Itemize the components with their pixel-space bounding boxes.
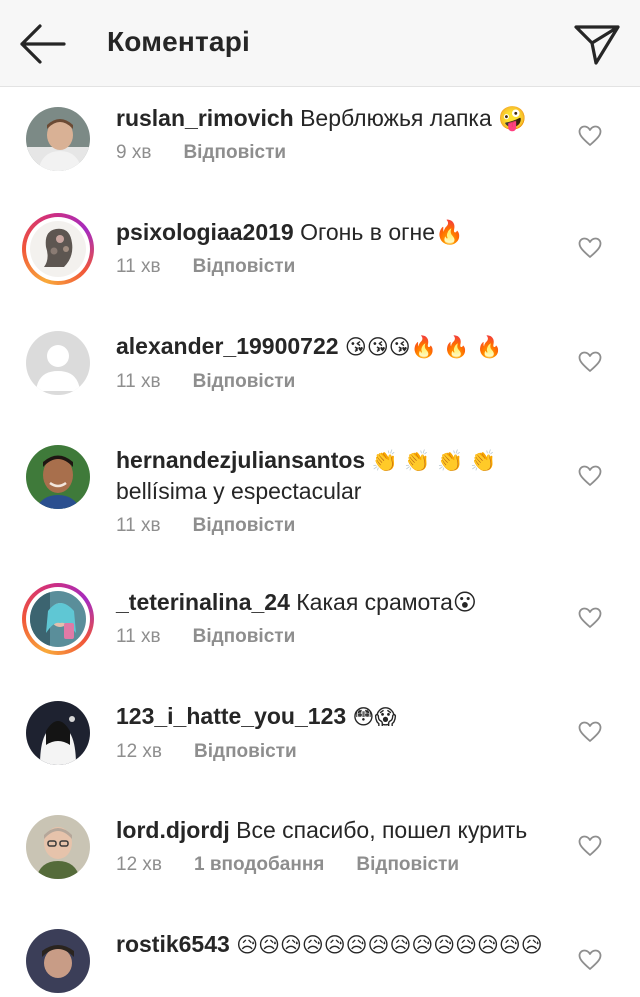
comment-username[interactable]: rostik6543 [116,931,230,957]
avatar[interactable] [22,583,94,655]
comment-time: 9 хв [116,142,152,163]
user-photo [26,107,90,171]
heart-outline-icon[interactable] [578,351,602,373]
comment-time: 11 хв [116,515,161,536]
top-bar: Коментарі [0,0,640,87]
comment-text: Какая срамота😮 [296,589,477,615]
reply-button[interactable]: Відповісти [193,256,296,277]
comment-text: 😘😘😘🔥 🔥 🔥 [344,335,503,359]
comment-text-line2: bellísima y espectacular [116,478,362,504]
reply-button[interactable]: Відповісти [193,371,296,392]
avatar[interactable] [22,213,94,285]
heart-outline-icon[interactable] [578,465,602,487]
comment-username[interactable]: hernandezjuliansantos [116,447,365,473]
comment-username[interactable]: alexander_19900722 [116,333,339,359]
comment-time: 11 хв [116,371,161,392]
reply-button[interactable]: Відповісти [183,142,286,163]
reply-button[interactable]: Відповісти [193,515,296,536]
avatar[interactable] [22,925,94,997]
comment-username[interactable]: ruslan_rimovich [116,105,294,131]
comment-text: 👏 👏 👏 👏 [371,449,497,473]
comment-text: 😥😥😥😥😥😥😥😥😥😥😥😥😥😥 [236,933,543,957]
user-photo [26,445,90,509]
user-photo [30,591,86,647]
heart-outline-icon[interactable] [578,237,602,259]
comment-time: 11 хв [116,256,161,277]
comment-time: 11 хв [116,626,161,647]
comment-text: Все спасибо, пошел курить [236,817,528,843]
user-photo [26,701,90,765]
story-ring [26,217,90,281]
heart-outline-icon[interactable] [578,949,602,971]
user-photo [26,929,90,993]
reply-button[interactable]: Відповісти [356,854,459,875]
comment-time: 12 хв [116,854,163,875]
avatar[interactable] [22,441,94,513]
heart-outline-icon[interactable] [578,721,602,743]
avatar[interactable] [22,327,94,399]
paper-plane-icon[interactable] [572,21,622,67]
user-photo [30,221,86,277]
avatar[interactable] [22,811,94,883]
comment-text: Верблюжья лапка 🤪 [300,105,527,131]
page-title: Коментарі [107,26,250,57]
user-photo [26,815,90,879]
story-ring [26,587,90,651]
arrow-left-icon[interactable] [16,22,68,66]
comment-username[interactable]: psixologiaa2019 [116,219,294,245]
comment-username[interactable]: lord.djordj [116,817,230,843]
default-avatar-icon [26,331,90,395]
comment-time: 12 хв [116,741,163,762]
reply-button[interactable]: Відповісти [193,626,296,647]
likes-count-button[interactable]: 1 вподобання [194,854,324,875]
heart-outline-icon[interactable] [578,607,602,629]
avatar[interactable] [22,697,94,769]
heart-outline-icon[interactable] [578,835,602,857]
reply-button[interactable]: Відповісти [194,741,297,762]
comment-text: 😳😱 [352,705,397,729]
comment-username[interactable]: 123_i_hatte_you_123 [116,703,346,729]
heart-outline-icon[interactable] [578,125,602,147]
avatar[interactable] [22,103,94,175]
comment-text: Огонь в огне🔥 [300,219,464,245]
comment-username[interactable]: _teterinalina_24 [116,589,290,615]
